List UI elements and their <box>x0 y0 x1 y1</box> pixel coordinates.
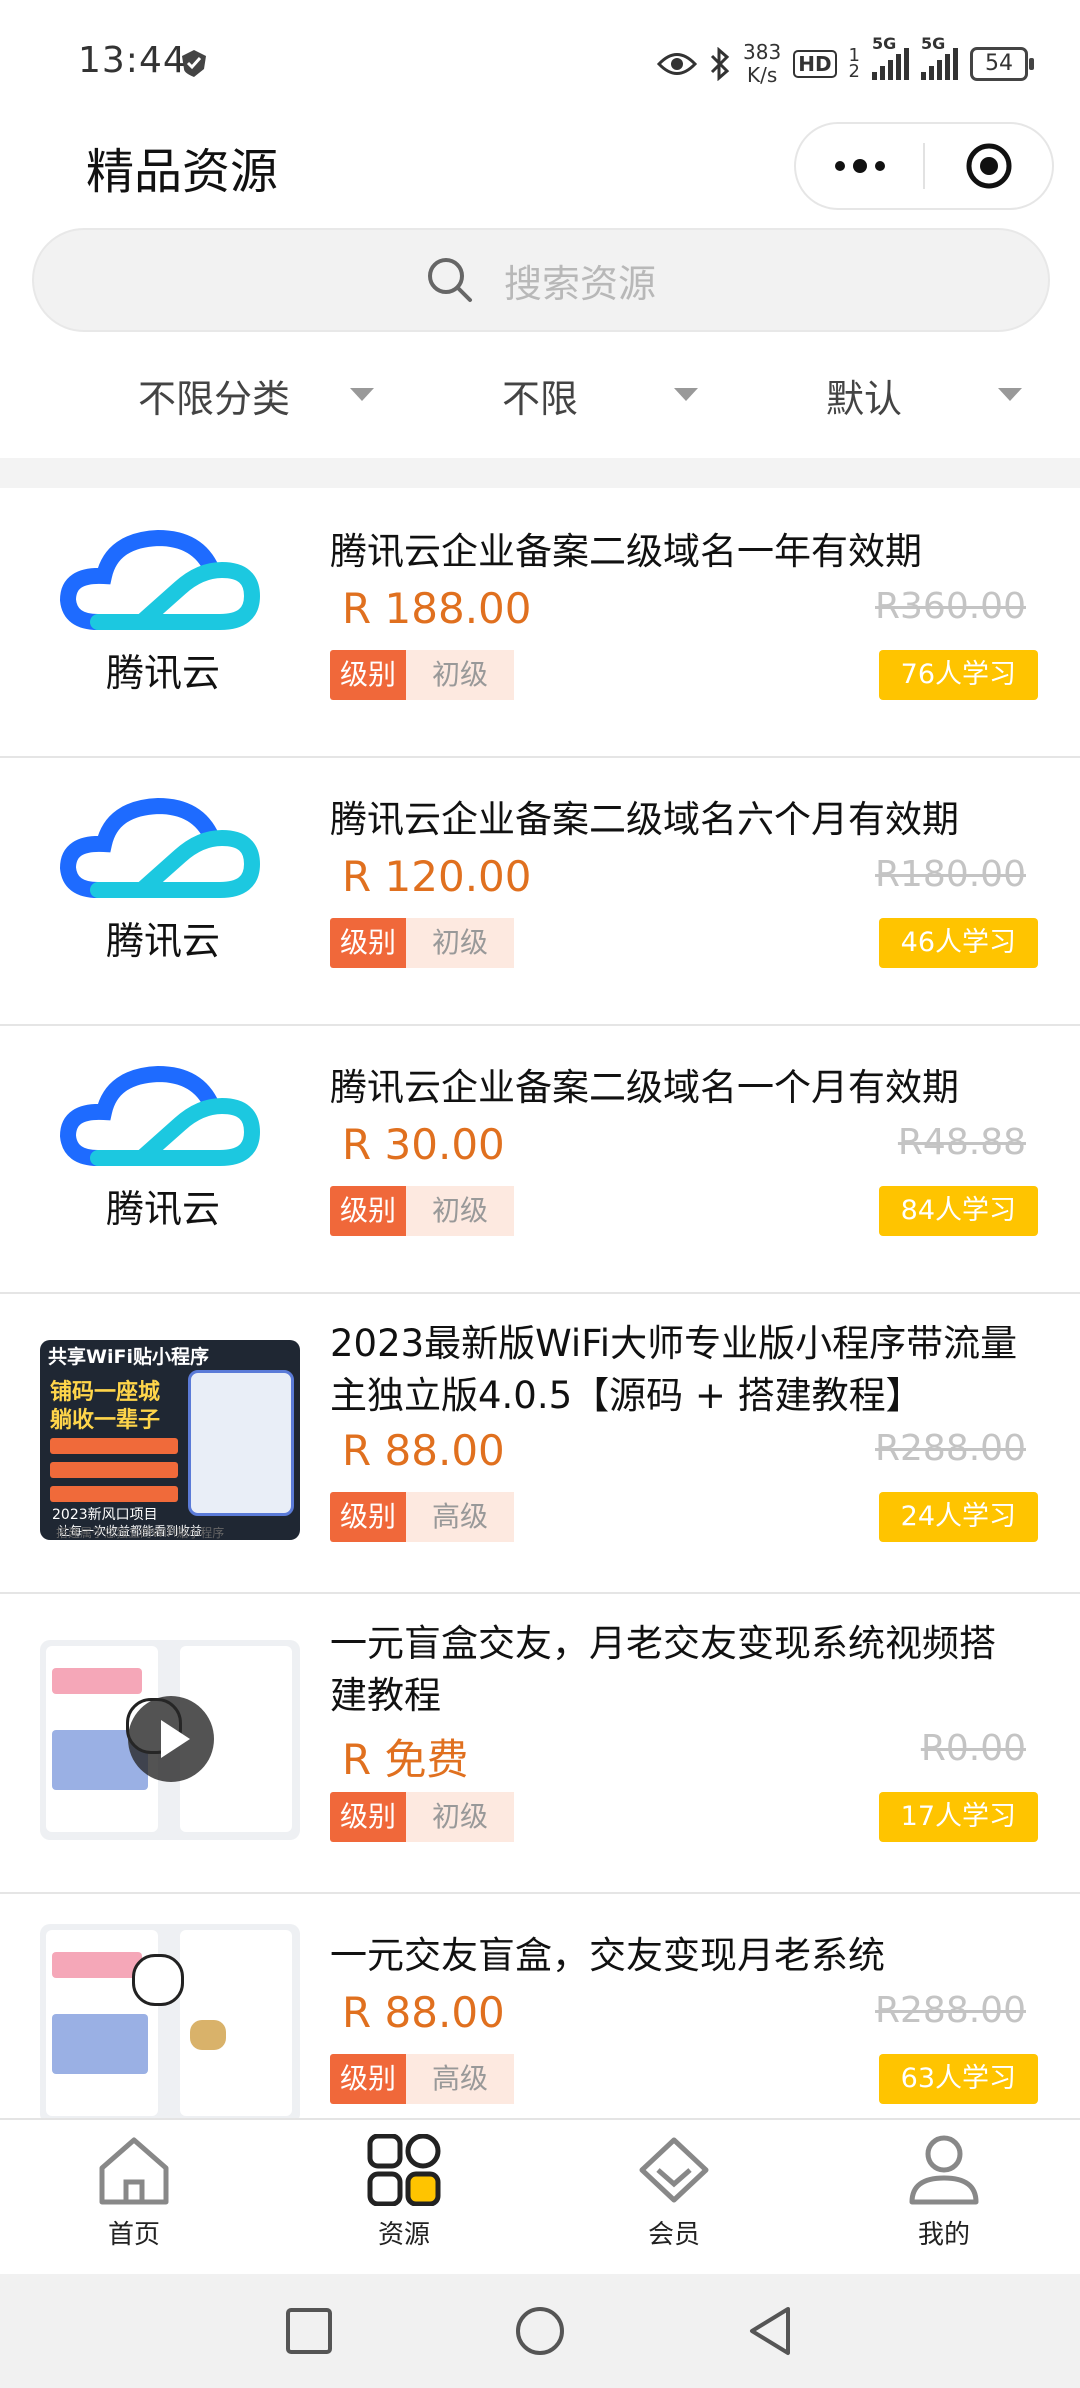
section-divider <box>0 458 1080 488</box>
learners-badge: 24人学习 <box>878 1492 1038 1542</box>
caret-down-icon <box>350 388 374 401</box>
item-title: 一元交友盲盒，交友变现月老系统 <box>330 1934 885 1977</box>
diamond-icon <box>639 2137 709 2203</box>
status-icons: 383 K/s HD 12 5G 5G 54 <box>657 34 1034 94</box>
resource-list: 腾讯云 腾讯云企业备案二级域名一年有效期 R 188.00 R360.00 级别… <box>0 490 1080 2118</box>
list-item[interactable]: 一元盲盒交友，月老交友变现系统视频搭建教程 R 免费 R0.00 级别 初级 17… <box>0 1594 1080 1894</box>
filter-category-label: 不限分类 <box>138 377 291 421</box>
tab-home-label: 首页 <box>107 2220 160 2250</box>
item-price: R 88.00 <box>342 1426 505 1475</box>
close-mini-program-button[interactable] <box>925 124 1052 208</box>
mini-program-capsule <box>794 122 1054 210</box>
tencent-cloud-wordmark: 腾讯云 <box>106 1187 221 1231</box>
battery-icon: 54 <box>970 47 1034 81</box>
level-badge: 级别 初级 <box>330 650 515 700</box>
search-icon <box>427 258 472 302</box>
system-navigation-bar <box>0 2274 1080 2388</box>
tencent-cloud-icon <box>59 530 261 630</box>
learners-badge: 46人学习 <box>878 918 1038 968</box>
recent-apps-icon[interactable] <box>284 2306 334 2356</box>
learners-badge: 63人学习 <box>878 2054 1038 2104</box>
caret-down-icon <box>998 388 1022 401</box>
tencent-cloud-wordmark: 腾讯云 <box>106 651 221 695</box>
bottom-tab-bar: 首页 资源 会员 我的 <box>0 2118 1080 2276</box>
list-item[interactable]: 共享WiFi贴小程序 铺码一座城 躺收一辈子 2023新风口项目 让每一次收益都… <box>0 1294 1080 1594</box>
item-original-price: R48.88 <box>897 1122 1026 1163</box>
home-icon <box>99 2137 169 2205</box>
video-thumbnail <box>40 1640 300 1840</box>
item-price: R 30.00 <box>342 1120 505 1169</box>
item-title: 2023最新版WiFi大师专业版小程序带流量主独立版4.0.5【源码 + 搭建教… <box>330 1322 1018 1417</box>
tencent-cloud-wordmark: 腾讯云 <box>106 919 221 963</box>
sim-labels: 12 <box>848 45 860 82</box>
item-price: R 88.00 <box>342 1988 505 2037</box>
status-bar: 13:44 383 K/s HD 12 5G 5G 54 <box>0 0 1080 120</box>
bluetooth-icon <box>710 47 730 81</box>
signal-2-icon: 5G <box>921 34 958 80</box>
item-price: R 120.00 <box>342 852 532 901</box>
tencent-cloud-icon <box>59 798 261 898</box>
tencent-cloud-icon <box>59 1066 261 1166</box>
signal-1-icon: 5G <box>872 34 909 80</box>
list-item[interactable]: 腾讯云 腾讯云企业备案二级域名六个月有效期 R 120.00 R180.00 级… <box>0 758 1080 1026</box>
header: 精品资源 <box>0 120 1080 220</box>
level-badge: 级别 初级 <box>330 1186 515 1236</box>
item-title: 腾讯云企业备案二级域名一个月有效期 <box>330 1066 959 1109</box>
eye-icon <box>657 53 698 75</box>
back-triangle-icon[interactable] <box>746 2305 794 2357</box>
tab-profile-label: 我的 <box>917 2220 970 2250</box>
search-placeholder: 搜索资源 <box>503 261 656 306</box>
user-icon <box>909 2135 979 2205</box>
item-title: 腾讯云企业备案二级域名一年有效期 <box>330 530 922 573</box>
net-speed: 383 K/s <box>743 40 782 87</box>
level-badge: 级别 初级 <box>330 1792 515 1842</box>
level-badge: 级别 高级 <box>330 1492 515 1542</box>
learners-badge: 76人学习 <box>878 650 1038 700</box>
status-time: 13:44 <box>78 40 187 81</box>
page-title: 精品资源 <box>86 144 279 200</box>
tab-resources[interactable]: 资源 <box>324 2133 484 2251</box>
hd-badge: HD <box>793 50 837 78</box>
tab-home[interactable]: 首页 <box>54 2134 214 2251</box>
shield-check-icon <box>182 50 206 77</box>
home-circle-icon[interactable] <box>514 2305 566 2357</box>
level-badge: 级别 高级 <box>330 2054 515 2104</box>
tab-membership-label: 会员 <box>647 2220 700 2250</box>
tencent-cloud-logo: 腾讯云 <box>40 1066 300 1266</box>
list-item[interactable]: 腾讯云 腾讯云企业备案二级域名一个月有效期 R 30.00 R48.88 级别初… <box>0 1026 1080 1294</box>
item-original-price: R288.00 <box>875 1990 1026 2031</box>
learners-badge: 17人学习 <box>878 1792 1038 1842</box>
filter-sort-label: 默认 <box>826 377 903 421</box>
item-original-price: R180.00 <box>875 854 1026 895</box>
tab-membership[interactable]: 会员 <box>594 2134 754 2251</box>
item-original-price: R288.00 <box>875 1428 1026 1469</box>
tencent-cloud-logo: 腾讯云 <box>40 530 300 730</box>
level-badge: 级别 初级 <box>330 918 515 968</box>
item-title: 腾讯云企业备案二级域名六个月有效期 <box>330 798 959 841</box>
tab-resources-label: 资源 <box>377 2220 430 2250</box>
search-input[interactable]: 搜索资源 <box>32 228 1050 332</box>
list-item[interactable]: 腾讯云 腾讯云企业备案二级域名一年有效期 R 188.00 R360.00 级别… <box>0 490 1080 758</box>
list-item[interactable]: 一元交友盲盒，交友变现月老系统 R 88.00 R288.00 级别 高级 63人… <box>0 1894 1080 2118</box>
thumbnail-caption: 搭建属于您独立的WiFi贴小程序 <box>56 1526 225 1540</box>
learners-badge: 84人学习 <box>878 1186 1038 1236</box>
more-dots-icon <box>834 159 885 173</box>
grid-icon <box>367 2133 441 2207</box>
caret-down-icon <box>674 388 698 401</box>
app-thumbnail <box>40 1924 300 2118</box>
filter-level-label: 不限 <box>502 377 579 421</box>
item-original-price: R360.00 <box>875 586 1026 627</box>
item-price: R 188.00 <box>342 584 532 633</box>
play-icon[interactable] <box>126 1694 216 1784</box>
target-circle-icon <box>966 143 1011 189</box>
item-original-price: R0.00 <box>920 1728 1026 1769</box>
wifi-promo-thumbnail: 共享WiFi贴小程序 铺码一座城 躺收一辈子 2023新风口项目 让每一次收益都… <box>40 1340 300 1540</box>
item-price: R 免费 <box>342 1735 469 1784</box>
item-title: 一元盲盒交友，月老交友变现系统视频搭建教程 <box>330 1622 996 1717</box>
tencent-cloud-logo: 腾讯云 <box>40 798 300 998</box>
tab-profile[interactable]: 我的 <box>864 2134 1024 2251</box>
more-button[interactable] <box>796 124 923 208</box>
filter-bar: 不限分类 不限 默认 <box>0 350 1080 440</box>
